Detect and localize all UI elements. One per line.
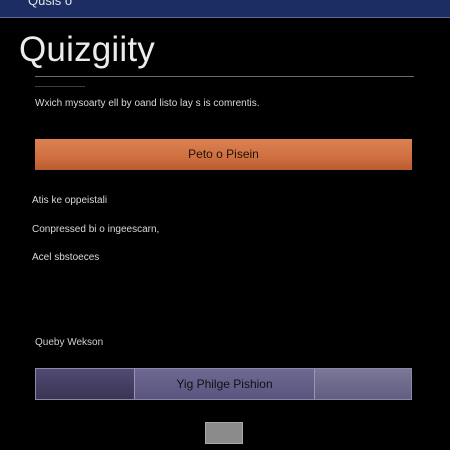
- segment-right[interactable]: [315, 369, 411, 399]
- section-label: Queby Wekson: [35, 337, 104, 348]
- small-gray-button[interactable]: [205, 422, 243, 444]
- title-divider: [35, 76, 414, 77]
- segment-left[interactable]: [36, 369, 135, 399]
- top-bar-title: Qusis o: [28, 0, 73, 8]
- title-divider-shadow: [35, 86, 85, 87]
- top-bar: Qusis o: [0, 0, 450, 18]
- quiz-app-window: Qusis o Quizgiity Wxich mysoarty ell by …: [0, 0, 450, 450]
- segment-middle[interactable]: Yig Philge Pishion: [135, 369, 315, 399]
- option-item[interactable]: Conpressed bi o ingeescarn,: [32, 224, 159, 235]
- segmented-control: Yig Philge Pishion: [35, 368, 412, 400]
- description-text: Wxich mysoarty ell by oand listo lay s i…: [35, 98, 260, 109]
- option-item[interactable]: Atis ke oppeistali: [32, 195, 107, 206]
- option-item[interactable]: Acel sbstoeces: [32, 252, 99, 263]
- page-title: Quizgiity: [19, 30, 156, 69]
- primary-action-button[interactable]: Peto o Pisein: [35, 139, 412, 170]
